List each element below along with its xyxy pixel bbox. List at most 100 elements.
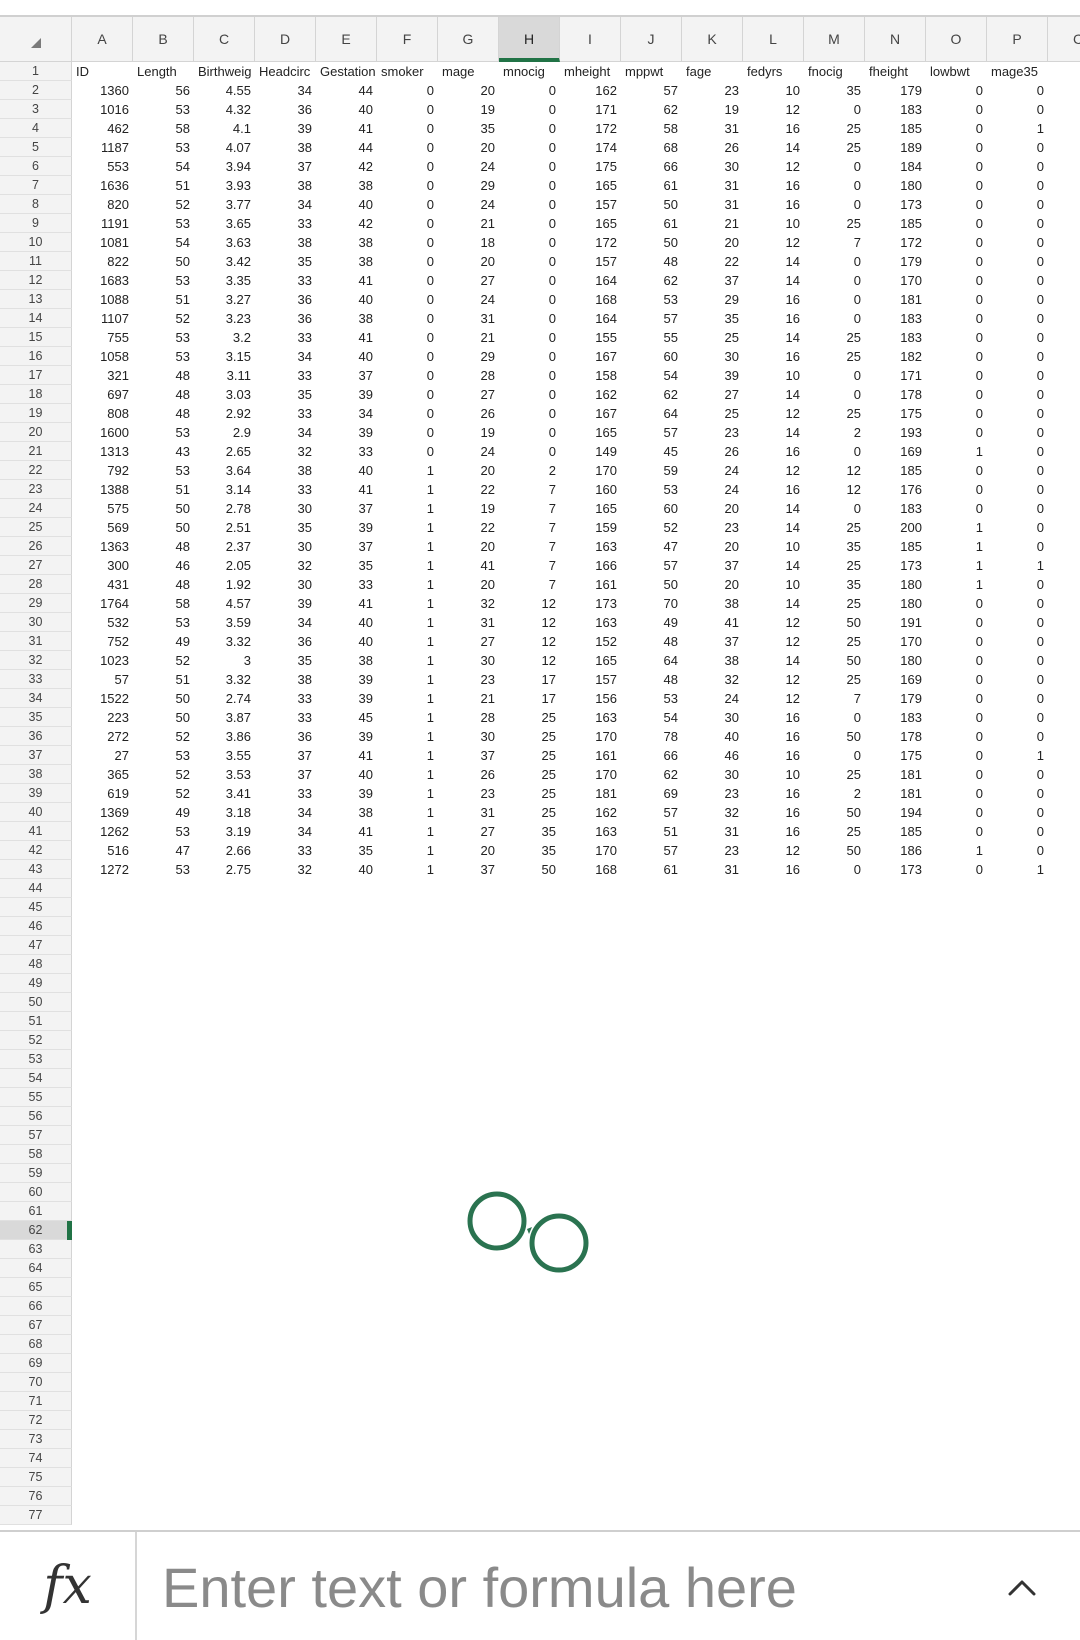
row-header-77[interactable]: 77 <box>0 1506 72 1525</box>
table-cell[interactable]: 2 <box>499 461 560 480</box>
table-cell[interactable]: 10 <box>743 366 804 385</box>
table-cell[interactable]: 1 <box>926 537 987 556</box>
table-cell[interactable]: 0 <box>926 195 987 214</box>
table-cell[interactable]: 57 <box>621 803 682 822</box>
table-cell[interactable]: 223 <box>72 708 133 727</box>
table-cell[interactable]: 173 <box>865 860 926 879</box>
table-cell[interactable]: 36 <box>255 309 316 328</box>
table-cell[interactable]: 167 <box>560 347 621 366</box>
row-header-71[interactable]: 71 <box>0 1392 72 1411</box>
table-cell[interactable]: 3.32 <box>194 670 255 689</box>
table-cell[interactable]: 37 <box>316 366 377 385</box>
table-cell[interactable]: 158 <box>560 366 621 385</box>
column-header-k[interactable]: K <box>682 17 743 62</box>
table-cell[interactable]: 46 <box>682 746 743 765</box>
table-cell[interactable]: 25 <box>804 822 865 841</box>
table-cell[interactable]: 1 <box>377 708 438 727</box>
table-cell[interactable]: 12 <box>499 594 560 613</box>
table-cell[interactable]: 0 <box>377 347 438 366</box>
table-cell[interactable]: 16 <box>743 176 804 195</box>
table-cell[interactable]: 1023 <box>72 651 133 670</box>
table-cell[interactable]: 36 <box>255 290 316 309</box>
table-cell[interactable]: 19 <box>438 499 499 518</box>
table-cell[interactable]: 53 <box>133 328 194 347</box>
table-cell[interactable]: 0 <box>804 290 865 309</box>
table-cell[interactable]: 0 <box>804 157 865 176</box>
table-cell[interactable]: 23 <box>682 518 743 537</box>
table-cell[interactable]: 61 <box>621 860 682 879</box>
table-cell[interactable]: 31 <box>682 176 743 195</box>
table-cell[interactable]: 25 <box>804 328 865 347</box>
table-cell[interactable]: 31 <box>438 309 499 328</box>
table-cell[interactable]: 45 <box>621 442 682 461</box>
table-cell[interactable]: 1 <box>377 480 438 499</box>
table-cell[interactable]: 30 <box>255 499 316 518</box>
table-cell[interactable]: 2.92 <box>194 404 255 423</box>
table-cell[interactable]: 7 <box>499 575 560 594</box>
table-cell[interactable]: 16 <box>743 290 804 309</box>
table-cell[interactable]: 165 <box>560 423 621 442</box>
table-cell[interactable]: 0 <box>987 309 1048 328</box>
table-cell[interactable]: 0 <box>926 822 987 841</box>
table-cell[interactable]: 40 <box>316 347 377 366</box>
row-header-18[interactable]: 18 <box>0 385 72 404</box>
table-cell[interactable]: 0 <box>987 423 1048 442</box>
row-header-49[interactable]: 49 <box>0 974 72 993</box>
table-cell[interactable]: 0 <box>926 613 987 632</box>
table-cell[interactable]: 57 <box>621 81 682 100</box>
table-cell[interactable]: 619 <box>72 784 133 803</box>
table-cell[interactable]: 40 <box>316 632 377 651</box>
table-cell[interactable]: 47 <box>133 841 194 860</box>
table-cell[interactable]: 183 <box>865 309 926 328</box>
table-cell[interactable]: 57 <box>621 841 682 860</box>
row-header-30[interactable]: 30 <box>0 613 72 632</box>
table-cell[interactable]: 37 <box>316 537 377 556</box>
table-cell[interactable]: 50 <box>621 233 682 252</box>
table-cell[interactable]: 53 <box>621 290 682 309</box>
table-cell[interactable]: 0 <box>804 176 865 195</box>
table-cell[interactable]: 462 <box>72 119 133 138</box>
table-cell[interactable]: 31 <box>682 119 743 138</box>
table-cell[interactable]: 152 <box>560 632 621 651</box>
table-cell[interactable]: 0 <box>987 195 1048 214</box>
row-header-51[interactable]: 51 <box>0 1012 72 1031</box>
table-cell[interactable]: 78 <box>621 727 682 746</box>
table-cell[interactable]: 0 <box>804 271 865 290</box>
row-header-67[interactable]: 67 <box>0 1316 72 1335</box>
table-cell[interactable]: 164 <box>560 271 621 290</box>
column-header-q[interactable]: C <box>1048 17 1080 62</box>
row-header-8[interactable]: 8 <box>0 195 72 214</box>
table-cell[interactable]: 3.32 <box>194 632 255 651</box>
table-cell[interactable]: 0 <box>987 366 1048 385</box>
table-cell[interactable]: 0 <box>499 81 560 100</box>
table-cell[interactable]: 50 <box>133 499 194 518</box>
table-cell[interactable]: 2.75 <box>194 860 255 879</box>
table-cell[interactable]: 35 <box>255 518 316 537</box>
row-header-15[interactable]: 15 <box>0 328 72 347</box>
row-header-10[interactable]: 10 <box>0 233 72 252</box>
formula-input[interactable] <box>160 1548 984 1626</box>
table-cell[interactable]: 34 <box>255 423 316 442</box>
row-header-62[interactable]: 62 <box>0 1221 72 1240</box>
table-cell[interactable]: 28 <box>438 708 499 727</box>
table-cell[interactable]: 0 <box>926 803 987 822</box>
table-cell[interactable]: 0 <box>926 271 987 290</box>
table-cell[interactable]: 0 <box>499 290 560 309</box>
table-cell[interactable]: 0 <box>987 328 1048 347</box>
table-cell[interactable]: 0 <box>926 651 987 670</box>
table-cell[interactable]: 64 <box>621 404 682 423</box>
table-cell[interactable]: 0 <box>926 499 987 518</box>
table-cell[interactable]: 191 <box>865 613 926 632</box>
table-cell[interactable]: 27 <box>682 385 743 404</box>
table-cell[interactable]: 0 <box>926 119 987 138</box>
row-header-25[interactable]: 25 <box>0 518 72 537</box>
table-cell[interactable]: 21 <box>438 214 499 233</box>
table-cell[interactable]: 1 <box>377 499 438 518</box>
table-cell[interactable]: 3.41 <box>194 784 255 803</box>
table-cell[interactable]: 1187 <box>72 138 133 157</box>
column-header-e[interactable]: E <box>316 17 377 62</box>
row-header-3[interactable]: 3 <box>0 100 72 119</box>
table-cell[interactable]: 50 <box>133 518 194 537</box>
table-cell[interactable]: 2.51 <box>194 518 255 537</box>
table-cell[interactable]: 24 <box>438 442 499 461</box>
